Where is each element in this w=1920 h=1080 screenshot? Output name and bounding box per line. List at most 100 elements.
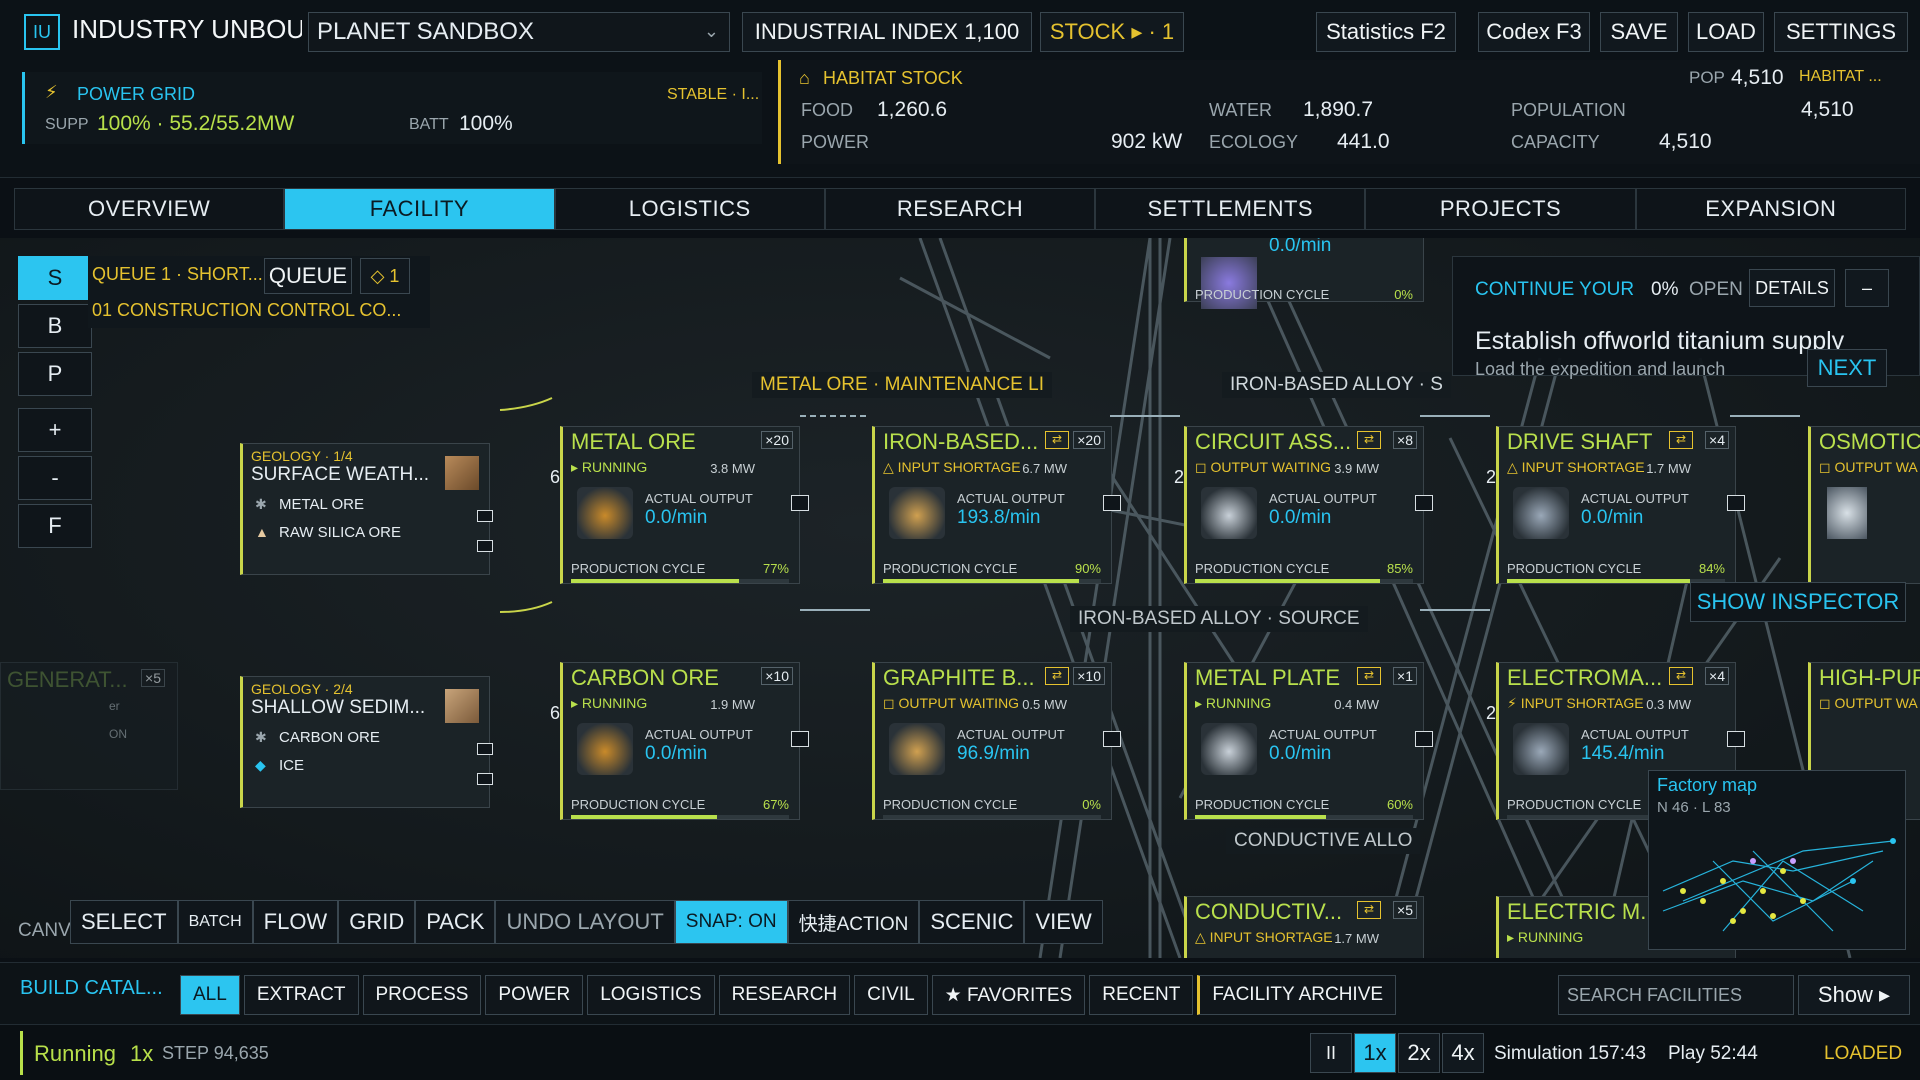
show-inspector-button[interactable]: SHOW INSPECTOR xyxy=(1690,582,1906,622)
speed-4x-button[interactable]: 4x xyxy=(1442,1033,1484,1073)
actual-output-label: ACTUAL OUTPUT xyxy=(1581,491,1689,506)
tab-logistics[interactable]: LOGISTICS xyxy=(554,188,825,230)
tool-build[interactable]: B xyxy=(18,304,92,348)
details-button[interactable]: DETAILS xyxy=(1749,269,1835,307)
swap-icon[interactable]: ⇄ xyxy=(1357,901,1381,919)
output-port[interactable] xyxy=(1103,495,1121,511)
production-cycle-value: 85% xyxy=(1386,561,1413,576)
output-port[interactable] xyxy=(1415,731,1433,747)
facility-node[interactable]: DRIVE SHAFT ⇄ ×4 △ INPUT SHORTAGE 1.7 MW ACTU… xyxy=(1486,426,1745,584)
geology-tag: GEOLOGY · 2/4 xyxy=(251,681,353,697)
node-power: 1.7 MW xyxy=(1646,461,1691,476)
factory-minimap[interactable]: Factory map N 46 · L 83 xyxy=(1648,770,1906,950)
catalog-filter-all[interactable]: ALL xyxy=(180,975,240,1015)
grid-tool[interactable]: GRID xyxy=(338,900,416,944)
swap-icon[interactable]: ⇄ xyxy=(1357,431,1381,449)
tab-settlements[interactable]: SETTLEMENTS xyxy=(1095,188,1366,230)
output-port[interactable] xyxy=(791,731,809,747)
output-port[interactable] xyxy=(477,773,493,785)
catalog-filter-logistics[interactable]: LOGISTICS xyxy=(587,975,715,1015)
zoom-out-button[interactable]: - xyxy=(18,456,92,500)
tab-overview[interactable]: OVERVIEW xyxy=(14,188,285,230)
swap-icon[interactable]: ⇄ xyxy=(1669,667,1693,685)
zoom-in-button[interactable]: + xyxy=(18,408,92,452)
tab-expansion[interactable]: EXPANSION xyxy=(1635,188,1906,230)
facility-node-conductive[interactable]: CONDUCTIV... ⇄ ×5 △ INPUT SHORTAGE 1.7 M… xyxy=(1184,896,1424,958)
batch-tool[interactable]: BATCH xyxy=(177,900,253,944)
queue-item[interactable]: 01 CONSTRUCTION CONTROL CO... xyxy=(92,300,401,321)
pause-button[interactable]: II xyxy=(1310,1033,1352,1073)
facility-node-osmotic[interactable]: OSMOTIC ◻ OUTPUT WA xyxy=(1808,426,1920,584)
scenic-button[interactable]: SCENIC xyxy=(919,900,1025,944)
node-status: △ INPUT SHORTAGE xyxy=(1507,459,1645,475)
facility-node[interactable]: CIRCUIT ASS... ⇄ ×8 ◻ OUTPUT WAITING 3.9 MW A… xyxy=(1174,426,1433,584)
catalog-filter-civil[interactable]: CIVIL xyxy=(854,975,928,1015)
world-select[interactable]: PLANET SANDBOX ⌄ xyxy=(308,12,730,52)
show-button[interactable]: Show ▸ xyxy=(1798,975,1910,1015)
factory-canvas[interactable]: S B P + - F QUEUE 1 · SHORT... QUEUE ◇ 1… xyxy=(0,238,1920,958)
catalog-filter-process[interactable]: PROCESS xyxy=(362,975,482,1015)
select-tool[interactable]: SELECT xyxy=(70,900,178,944)
speed-1x-button[interactable]: 1x xyxy=(1354,1033,1396,1073)
carbon-ore-icon: ✱ xyxy=(255,729,267,745)
facility-node[interactable]: METAL ORE ×20 ▸ RUNNING 3.8 MW ACTUAL OUTPUT… xyxy=(550,426,809,584)
catalog-filter-facility-archive[interactable]: FACILITY ARCHIVE xyxy=(1197,975,1397,1015)
output-port[interactable] xyxy=(477,540,493,552)
swap-icon[interactable]: ⇄ xyxy=(1669,431,1693,449)
output-port[interactable] xyxy=(1727,495,1745,511)
stock-button[interactable]: STOCK ▸ · 1 xyxy=(1040,12,1184,52)
codex-button[interactable]: Codex F3 xyxy=(1478,12,1590,52)
tool-place[interactable]: P xyxy=(18,352,92,396)
facility-node-top[interactable]: ACTUAL OUTPUT 0.0/min PRODUCTION CYCLE 0… xyxy=(1184,238,1424,309)
search-facilities-input[interactable]: SEARCH FACILITIES xyxy=(1558,975,1794,1015)
statistics-button[interactable]: Statistics F2 xyxy=(1316,12,1456,52)
queue-badge[interactable]: ◇ 1 xyxy=(360,258,410,294)
swap-icon[interactable]: ⇄ xyxy=(1045,667,1069,685)
facility-node[interactable]: CARBON ORE ×10 ▸ RUNNING 1.9 MW ACTUAL OUTPU… xyxy=(550,662,809,820)
snap-toggle[interactable]: SNAP: ON xyxy=(674,900,788,944)
flow-tool[interactable]: FLOW xyxy=(252,900,339,944)
tool-select[interactable]: S xyxy=(18,256,92,300)
catalog-filter-extract[interactable]: EXTRACT xyxy=(243,975,359,1015)
tab-projects[interactable]: PROJECTS xyxy=(1365,188,1636,230)
partial-node-generator[interactable]: GENERAT... ×5 er ON xyxy=(0,662,178,790)
next-button[interactable]: NEXT xyxy=(1807,349,1887,387)
catalog-filter-power[interactable]: POWER xyxy=(485,975,584,1015)
output-port[interactable] xyxy=(1103,731,1121,747)
pack-tool[interactable]: PACK xyxy=(415,900,496,944)
tab-research[interactable]: RESEARCH xyxy=(824,188,1096,230)
input-count: 2 xyxy=(1174,467,1185,487)
node-count: ×20 xyxy=(1073,431,1105,449)
objective-open[interactable]: OPEN xyxy=(1689,279,1743,301)
swap-icon[interactable]: ⇄ xyxy=(1357,667,1381,685)
collapse-button[interactable]: – xyxy=(1845,269,1889,307)
production-cycle-value: 0% xyxy=(1394,287,1413,302)
catalog-filter-research[interactable]: RESEARCH xyxy=(718,975,851,1015)
settings-button[interactable]: SETTINGS xyxy=(1774,12,1908,52)
speed-2x-button[interactable]: 2x xyxy=(1398,1033,1440,1073)
geology-node-shallow[interactable]: GEOLOGY · 2/4 SHALLOW SEDIM... ✱ CARBON … xyxy=(240,676,493,808)
catalog-filter-recent[interactable]: RECENT xyxy=(1089,975,1194,1015)
focus-button[interactable]: F xyxy=(18,504,92,548)
facility-node[interactable]: METAL PLATE ⇄ ×1 ▸ RUNNING 0.4 MW ACTUAL OUTP… xyxy=(1184,662,1433,820)
facility-node[interactable]: GRAPHITE B... ⇄ ×10 ◻ OUTPUT WAITING 0.5 MW A… xyxy=(872,662,1121,820)
ore-rock-icon xyxy=(445,456,479,490)
undo-layout-button[interactable]: UNDO LAYOUT xyxy=(495,900,675,944)
output-port[interactable] xyxy=(791,495,809,511)
catalog-filter-favorites[interactable]: ★ FAVORITES xyxy=(931,975,1086,1015)
output-port[interactable] xyxy=(477,743,493,755)
queue-button[interactable]: QUEUE xyxy=(264,258,352,294)
output-port[interactable] xyxy=(1415,495,1433,511)
facility-node[interactable]: IRON-BASED... ⇄ ×20 △ INPUT SHORTAGE 6.7 MW A… xyxy=(872,426,1121,584)
view-button[interactable]: VIEW xyxy=(1024,900,1103,944)
geology-node-surface[interactable]: GEOLOGY · 1/4 SURFACE WEATH... ✱ METAL O… xyxy=(240,443,493,575)
swap-icon[interactable]: ⇄ xyxy=(1045,431,1069,449)
quick-action-button[interactable]: 快捷ACTION xyxy=(787,900,920,944)
tab-facility[interactable]: FACILITY xyxy=(284,188,555,230)
save-button[interactable]: SAVE xyxy=(1600,12,1678,52)
canvas-label: CANV xyxy=(18,920,71,941)
load-button[interactable]: LOAD xyxy=(1688,12,1764,52)
output-port[interactable] xyxy=(1727,731,1745,747)
output-port[interactable] xyxy=(477,510,493,522)
industrial-index[interactable]: INDUSTRIAL INDEX 1,100 xyxy=(742,12,1032,52)
